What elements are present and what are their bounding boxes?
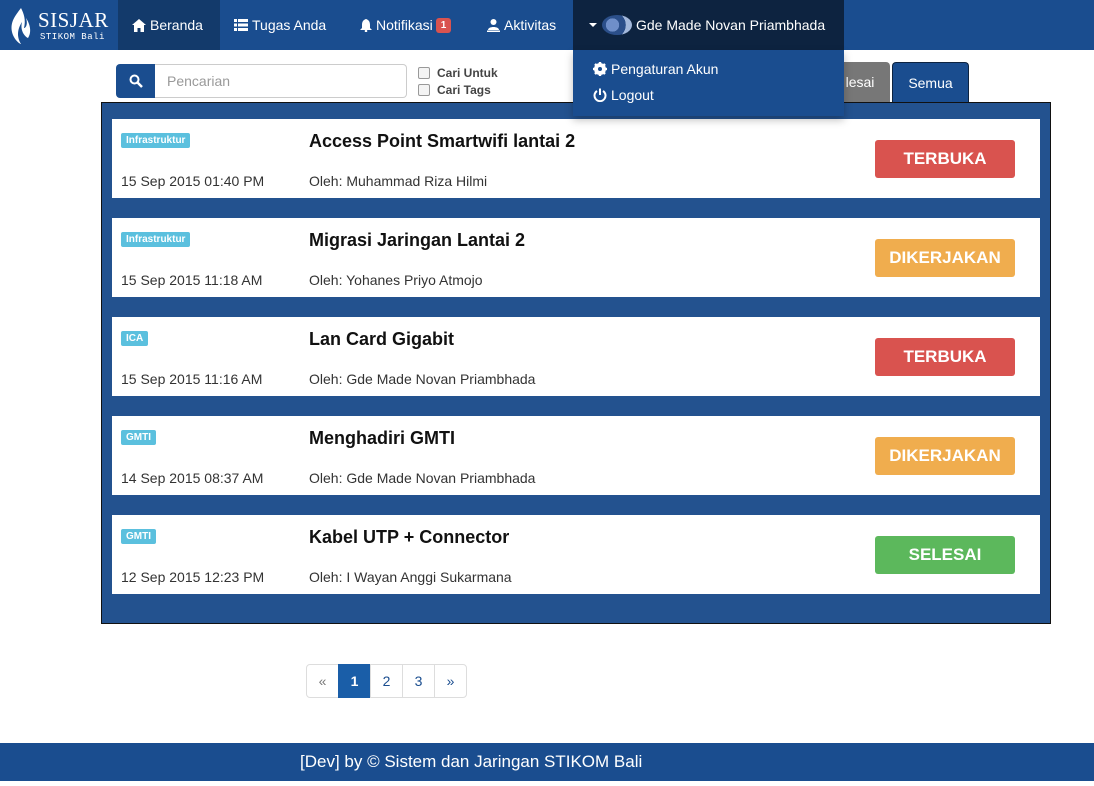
gear-icon [593, 62, 607, 76]
status-label: SELESAI [908, 545, 982, 564]
top-navbar: SISJAR STIKOM Bali Beranda Tugas Anda No… [0, 0, 1094, 50]
task-date: 15 Sep 2015 11:16 AM [121, 371, 263, 387]
bell-icon [360, 18, 372, 32]
nav-tugas-anda[interactable]: Tugas Anda [220, 0, 340, 50]
pagination-page-1[interactable]: 1 [338, 664, 371, 698]
status-button[interactable]: TERBUKA [875, 338, 1015, 376]
cari-untuk-label: Cari Untuk [437, 66, 498, 80]
pagination-next[interactable]: » [434, 664, 467, 698]
pagination-page-2[interactable]: 2 [370, 664, 403, 698]
nav-notifikasi-label: Notifikasi [376, 17, 433, 33]
task-card[interactable]: Infrastruktur 15 Sep 2015 01:40 PM Acces… [112, 119, 1040, 198]
task-author: Oleh: Yohanes Priyo Atmojo [309, 272, 483, 288]
checkbox-cari-untuk[interactable] [418, 67, 430, 79]
status-button[interactable]: DIKERJAKAN [875, 437, 1015, 475]
task-title[interactable]: Menghadiri GMTI [309, 428, 455, 449]
status-button[interactable]: TERBUKA [875, 140, 1015, 178]
footer-text: [Dev] by © Sistem dan Jaringan STIKOM Ba… [300, 752, 643, 771]
status-label: DIKERJAKAN [889, 248, 1001, 267]
pagination-page-3[interactable]: 3 [402, 664, 435, 698]
user-name: Gde Made Novan Priambhada [636, 17, 826, 33]
tab-semua[interactable]: Semua [892, 62, 969, 102]
menu-item-logout[interactable]: Logout [593, 87, 654, 103]
category-tag: ICA [121, 331, 149, 346]
nav-aktivitas-label: Aktivitas [504, 17, 557, 33]
search-button[interactable] [116, 64, 155, 98]
status-label: DIKERJAKAN [889, 446, 1001, 465]
logout-label: Logout [611, 87, 654, 103]
task-author: Oleh: Gde Made Novan Priambhada [309, 470, 536, 486]
brand-logo[interactable]: SISJAR STIKOM Bali [0, 0, 118, 50]
category-tag: GMTI [121, 430, 156, 445]
task-author: Oleh: Muhammad Riza Hilmi [309, 173, 488, 189]
task-card[interactable]: ICA 15 Sep 2015 11:16 AM Lan Card Gigabi… [112, 317, 1040, 396]
task-title[interactable]: Lan Card Gigabit [309, 329, 454, 350]
caret-down-icon [589, 23, 597, 27]
task-card[interactable]: GMTI 14 Sep 2015 08:37 AM Menghadiri GMT… [112, 416, 1040, 495]
status-label: TERBUKA [903, 347, 987, 366]
user-dropdown-menu: Pengaturan Akun Logout [573, 50, 844, 116]
brand-subtitle: STIKOM Bali [40, 32, 105, 42]
flame-logo-icon [11, 8, 31, 44]
task-author: Oleh: Gde Made Novan Priambhada [309, 371, 536, 387]
notification-count-badge: 1 [435, 17, 452, 33]
home-icon [132, 18, 146, 32]
task-date: 14 Sep 2015 08:37 AM [121, 470, 264, 486]
task-title[interactable]: Migrasi Jaringan Lantai 2 [309, 230, 525, 251]
tab-semua-label: Semua [908, 74, 953, 91]
search-option-cari-tags[interactable]: Cari Tags [418, 83, 491, 97]
pagination-prev[interactable]: « [306, 664, 339, 698]
pagination: « 1 2 3 » [306, 664, 467, 698]
nav-tugas-label: Tugas Anda [252, 17, 327, 33]
menu-item-account-settings[interactable]: Pengaturan Akun [593, 61, 718, 77]
status-button[interactable]: SELESAI [875, 536, 1015, 574]
nav-beranda-label: Beranda [150, 17, 203, 33]
search-icon [129, 74, 143, 88]
nav-beranda[interactable]: Beranda [118, 0, 220, 50]
task-card[interactable]: GMTI 12 Sep 2015 12:23 PM Kabel UTP + Co… [112, 515, 1040, 594]
task-card[interactable]: Infrastruktur 15 Sep 2015 11:18 AM Migra… [112, 218, 1040, 297]
category-tag: GMTI [121, 529, 156, 544]
category-tag: Infrastruktur [121, 232, 191, 247]
avatar [602, 15, 632, 35]
status-label: TERBUKA [903, 149, 987, 168]
nav-notifikasi[interactable]: Notifikasi 1 [346, 0, 465, 50]
user-menu-toggle[interactable]: Gde Made Novan Priambhada [573, 0, 844, 50]
category-tag: Infrastruktur [121, 133, 191, 148]
tab-selesai-label: lesai [845, 74, 875, 90]
nav-aktivitas[interactable]: Aktivitas [473, 0, 570, 50]
task-title[interactable]: Kabel UTP + Connector [309, 527, 509, 548]
search-option-cari-untuk[interactable]: Cari Untuk [418, 66, 498, 80]
power-icon [593, 88, 607, 102]
task-list-panel: Infrastruktur 15 Sep 2015 01:40 PM Acces… [101, 102, 1051, 624]
task-date: 15 Sep 2015 01:40 PM [121, 173, 265, 189]
status-button[interactable]: DIKERJAKAN [875, 239, 1015, 277]
account-settings-label: Pengaturan Akun [611, 61, 719, 77]
list-icon [234, 19, 248, 31]
task-author: Oleh: I Wayan Anggi Sukarmana [309, 569, 512, 585]
cari-tags-label: Cari Tags [437, 83, 491, 97]
user-icon [487, 18, 500, 32]
task-title[interactable]: Access Point Smartwifi lantai 2 [309, 131, 575, 152]
task-date: 12 Sep 2015 12:23 PM [121, 569, 265, 585]
brand-title: SISJAR [38, 8, 109, 32]
footer: [Dev] by © Sistem dan Jaringan STIKOM Ba… [0, 743, 1094, 781]
checkbox-cari-tags[interactable] [418, 84, 430, 96]
task-date: 15 Sep 2015 11:18 AM [121, 272, 263, 288]
search-input[interactable] [155, 64, 407, 98]
